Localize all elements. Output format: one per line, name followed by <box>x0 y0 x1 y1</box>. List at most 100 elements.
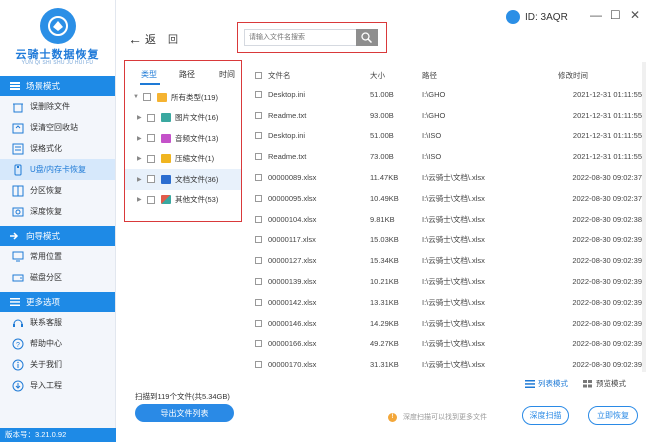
list-mode-toggle[interactable]: 列表模式 <box>525 378 568 389</box>
row-checkbox[interactable] <box>252 278 268 286</box>
table-row[interactable]: Readme.txt 73.00B I:\ISO 2021-12-31 01:11:5… <box>252 146 642 167</box>
recover-now-button[interactable]: 立即恢复 <box>588 406 638 425</box>
checkbox[interactable] <box>255 132 262 140</box>
table-row[interactable]: Desktop.ini 51.00B I:\ISO 2021-12-31 01:11:… <box>252 126 642 147</box>
cell-path: I:\云骑士\文档\.xlsx <box>422 339 485 349</box>
row-checkbox[interactable] <box>252 174 268 182</box>
checkbox[interactable] <box>255 319 262 327</box>
checkbox[interactable] <box>255 298 262 306</box>
checkbox[interactable] <box>147 154 155 163</box>
checkbox[interactable] <box>255 361 262 369</box>
sidebar-item-disk-partition[interactable]: 磁盘分区 <box>0 267 115 288</box>
tree-item-other[interactable]: ▶ 其他文件(53) <box>125 190 241 211</box>
tree-item-archives[interactable]: ▶ 压缩文件(1) <box>125 149 241 170</box>
close-button[interactable]: ✕ <box>630 8 640 22</box>
row-checkbox[interactable] <box>252 298 268 306</box>
caret-down-icon[interactable]: ▼ <box>133 94 143 100</box>
caret-right-icon[interactable]: ▶ <box>137 196 147 203</box>
checkbox[interactable] <box>147 195 155 204</box>
table-row[interactable]: 00000142.xlsx 13.31KB I:\云骑士\文档\.xlsx 2022-… <box>252 292 642 313</box>
checkbox[interactable] <box>143 93 151 102</box>
select-all-checkbox[interactable] <box>252 71 268 79</box>
sidebar-item-contact-support[interactable]: 联系客服 <box>0 312 115 333</box>
table-row[interactable]: 00000104.xlsx 9.81KB I:\云骑士\文档\.xlsx 2022-0… <box>252 209 642 230</box>
row-checkbox[interactable] <box>252 236 268 244</box>
row-checkbox[interactable] <box>252 361 268 369</box>
warning-icon: ! <box>388 412 397 422</box>
deep-scan-button[interactable]: 深度扫描 <box>522 406 569 425</box>
checkbox[interactable] <box>255 215 262 223</box>
checkbox[interactable] <box>255 236 262 244</box>
checkbox[interactable] <box>147 134 155 143</box>
table-row[interactable]: 00000170.xlsx 31.31KB I:\云骑士\文档\.xlsx 2022-… <box>252 354 642 372</box>
header-name[interactable]: 文件名 <box>268 70 370 81</box>
header-path[interactable]: 路径 <box>422 70 558 81</box>
table-row[interactable]: 00000166.xlsx 49.27KB I:\云骑士\文档\.xlsx 2022-… <box>252 334 642 355</box>
table-row[interactable]: Desktop.ini 51.00B I:\GHO 2021-12-31 01:11:… <box>252 84 642 105</box>
sidebar-item-label: U盘/内存卡恢复 <box>30 165 86 174</box>
sidebar-item-deep-recovery[interactable]: 深度恢复 <box>0 201 115 222</box>
table-row[interactable]: 00000146.xlsx 14.29KB I:\云骑士\文档\.xlsx 2022-… <box>252 313 642 334</box>
checkbox[interactable] <box>255 90 262 98</box>
maximize-button[interactable]: ☐ <box>610 8 621 22</box>
search-input[interactable] <box>244 29 356 46</box>
table-row[interactable]: Readme.txt 93.00B I:\GHO 2021-12-31 01:11:5… <box>252 105 642 126</box>
caret-right-icon[interactable]: ▶ <box>137 135 147 142</box>
checkbox[interactable] <box>255 340 262 348</box>
row-checkbox[interactable] <box>252 215 268 223</box>
tab-path[interactable]: 路径 <box>179 69 195 80</box>
sidebar-item-import-project[interactable]: 导入工程 <box>0 375 115 396</box>
preview-mode-toggle[interactable]: 预览模式 <box>583 378 626 389</box>
checkbox[interactable] <box>255 153 262 161</box>
header-time[interactable]: 修改时间 <box>558 70 642 81</box>
home-button[interactable]: 回 <box>168 31 178 46</box>
row-checkbox[interactable] <box>252 340 268 348</box>
tree-item-audio[interactable]: ▶ 音频文件(13) <box>125 128 241 149</box>
sidebar-item-recycle-bin[interactable]: 误清空回收站 <box>0 117 115 138</box>
row-checkbox[interactable] <box>252 194 268 202</box>
row-checkbox[interactable] <box>252 153 268 161</box>
sidebar-item-deleted-files[interactable]: 误删除文件 <box>0 96 115 117</box>
list-mode-label: 列表模式 <box>538 379 568 388</box>
checkbox[interactable] <box>255 71 262 79</box>
checkbox[interactable] <box>255 174 262 182</box>
row-checkbox[interactable] <box>252 257 268 265</box>
sidebar-item-help-center[interactable]: ? 帮助中心 <box>0 333 115 354</box>
sidebar-item-partition-recovery[interactable]: 分区恢复 <box>0 180 115 201</box>
header-size[interactable]: 大小 <box>370 70 422 81</box>
row-checkbox[interactable] <box>252 90 268 98</box>
checkbox[interactable] <box>255 194 262 202</box>
tree-item-images[interactable]: ▶ 图片文件(16) <box>125 108 241 129</box>
row-checkbox[interactable] <box>252 111 268 119</box>
row-checkbox[interactable] <box>252 319 268 327</box>
sidebar-item-common-locations[interactable]: 常用位置 <box>0 246 115 267</box>
checkbox[interactable] <box>255 257 262 265</box>
scrollbar[interactable] <box>642 62 646 372</box>
table-row[interactable]: 00000117.xlsx 15.03KB I:\云骑士\文档\.xlsx 2022-… <box>252 230 642 251</box>
checkbox[interactable] <box>147 113 155 122</box>
search-button[interactable] <box>356 29 378 46</box>
row-checkbox[interactable] <box>252 132 268 140</box>
table-row[interactable]: 00000095.xlsx 10.49KB I:\云骑士\文档\.xlsx 2022-… <box>252 188 642 209</box>
tab-type[interactable]: 类型 <box>141 69 157 80</box>
sidebar-item-about-us[interactable]: 关于我们 <box>0 354 115 375</box>
sidebar-item-usb-recovery[interactable]: U盘/内存卡恢复 <box>0 159 115 180</box>
table-row[interactable]: 00000089.xlsx 11.47KB I:\云骑士\文档\.xlsx 2022-… <box>252 167 642 188</box>
export-list-button[interactable]: 导出文件列表 <box>135 404 234 422</box>
checkbox[interactable] <box>147 175 155 184</box>
caret-right-icon[interactable]: ▶ <box>137 176 147 183</box>
tree-item-documents[interactable]: ▶ 文档文件(36) <box>125 169 241 190</box>
back-button[interactable]: ← 返 <box>128 31 156 47</box>
sidebar: 云骑士数据恢复 YUN QI SHI SHU JU HUI FU 场景模式 误删… <box>0 0 116 442</box>
minimize-button[interactable]: — <box>590 8 602 22</box>
caret-right-icon[interactable]: ▶ <box>137 114 147 121</box>
caret-right-icon[interactable]: ▶ <box>137 155 147 162</box>
checkbox[interactable] <box>255 278 262 286</box>
sidebar-item-format[interactable]: 误格式化 <box>0 138 115 159</box>
tree-item-all-types[interactable]: ▼ 所有类型(119) <box>125 87 241 108</box>
audio-icon <box>161 133 171 143</box>
tab-time[interactable]: 时间 <box>219 69 235 80</box>
table-row[interactable]: 00000127.xlsx 15.34KB I:\云骑士\文档\.xlsx 2022-… <box>252 250 642 271</box>
table-row[interactable]: 00000139.xlsx 10.21KB I:\云骑士\文档\.xlsx 2022-… <box>252 271 642 292</box>
checkbox[interactable] <box>255 111 262 119</box>
